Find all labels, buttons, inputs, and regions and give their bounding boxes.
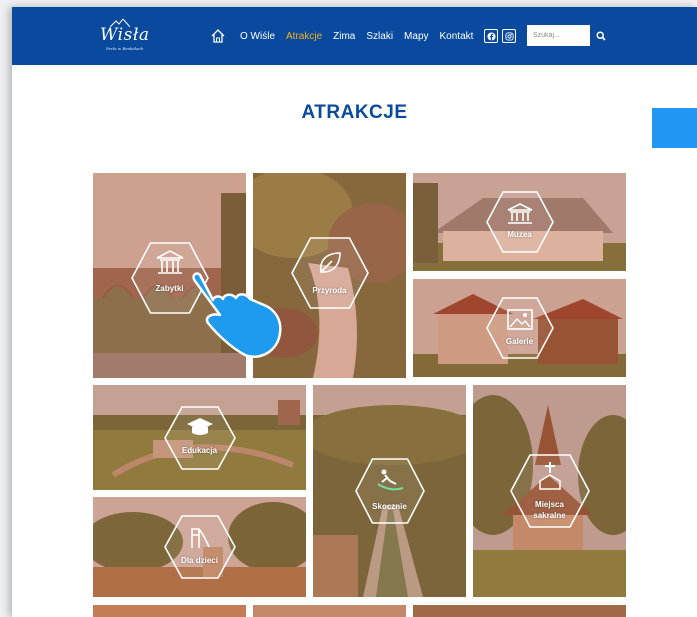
logo-text: Wisła bbox=[100, 25, 150, 45]
browser-viewport: Wisła Perła w Beskidach O Wiśle Atrakcje… bbox=[12, 7, 697, 617]
tile-muzea[interactable]: Muzea bbox=[413, 173, 626, 271]
nav-link-mapy[interactable]: Mapy bbox=[404, 31, 428, 42]
tile-label: Edukacja bbox=[181, 446, 218, 455]
nav-link-zima[interactable]: Zima bbox=[333, 31, 355, 42]
tile-edukacja[interactable]: Edukacja bbox=[93, 385, 306, 490]
tile-label: Muzea bbox=[507, 230, 532, 239]
tile-partial-1[interactable] bbox=[93, 605, 246, 617]
instagram-icon[interactable] bbox=[502, 29, 517, 43]
hexagon-frame bbox=[163, 405, 236, 470]
tile-label: Miejsca bbox=[535, 500, 564, 509]
tile-dla-dzieci[interactable]: Dla dzieci bbox=[93, 497, 306, 597]
cross-church-icon bbox=[538, 462, 561, 490]
museum-icon bbox=[507, 203, 532, 224]
top-navigation-bar: Wisła Perła w Beskidach O Wiśle Atrakcje… bbox=[12, 7, 697, 65]
home-icon[interactable] bbox=[210, 28, 226, 44]
main-menu: O Wiśle Atrakcje Zima Szlaki Mapy Kontak… bbox=[210, 26, 520, 46]
logo-tagline: Perła w Beskidach bbox=[106, 46, 144, 51]
nav-link-szlaki[interactable]: Szlaki bbox=[366, 31, 393, 42]
tile-label: Galerie bbox=[505, 337, 534, 346]
facebook-icon[interactable] bbox=[484, 29, 499, 43]
hand-pointer-cursor-icon bbox=[192, 272, 282, 358]
tile-tint bbox=[413, 605, 626, 617]
nav-link-o-wisle[interactable]: O Wiśle bbox=[240, 31, 275, 42]
search-input[interactable] bbox=[527, 25, 590, 46]
tile-label-line2: sakralne bbox=[533, 511, 566, 520]
search-icon[interactable] bbox=[592, 25, 610, 46]
tile-skocznie[interactable]: Skocznie bbox=[313, 385, 466, 597]
site-logo[interactable]: Wisła Perła w Beskidach bbox=[96, 19, 149, 53]
graduation-cap-icon bbox=[186, 418, 213, 435]
leaf-icon bbox=[319, 252, 341, 273]
page-title: ATRAKCJE bbox=[301, 102, 408, 123]
tile-label: Skocznie bbox=[372, 502, 407, 511]
tile-partial-3[interactable] bbox=[413, 605, 626, 617]
tile-tint bbox=[93, 605, 246, 617]
ski-jumper-icon bbox=[376, 469, 403, 491]
playground-slide-icon bbox=[190, 528, 210, 548]
gallery-icon bbox=[506, 309, 533, 330]
tile-miejsca-sakralne[interactable]: Miejsca sakralne bbox=[473, 385, 626, 597]
tile-partial-2[interactable] bbox=[253, 605, 406, 617]
nav-link-kontakt[interactable]: Kontakt bbox=[440, 31, 474, 42]
nav-link-atrakcje[interactable]: Atrakcje bbox=[286, 31, 322, 42]
tile-label: Dla dzieci bbox=[181, 556, 218, 565]
monument-icon bbox=[156, 250, 183, 274]
side-panel-tab[interactable] bbox=[652, 108, 697, 148]
tile-tint bbox=[253, 605, 406, 617]
tile-galerie[interactable]: Galerie bbox=[413, 279, 626, 377]
